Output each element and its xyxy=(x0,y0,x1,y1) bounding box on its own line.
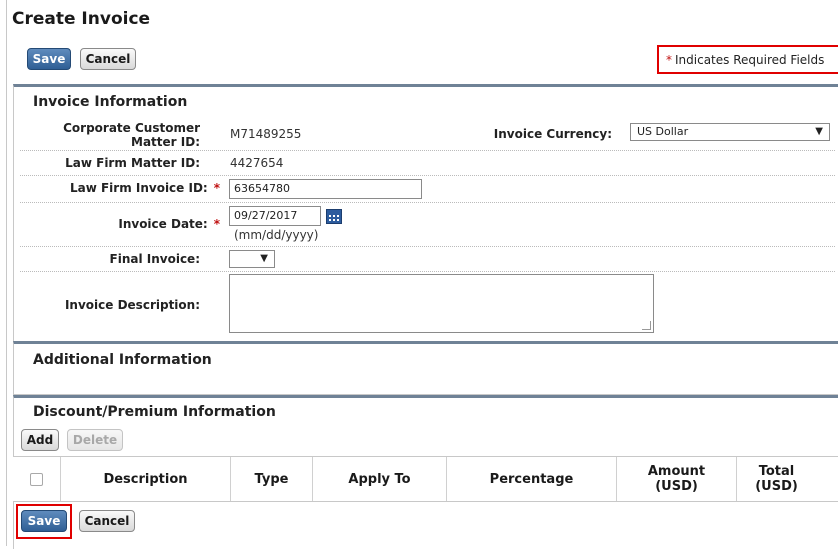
law-firm-invoice-input[interactable]: 63654780 xyxy=(229,179,422,199)
discount-premium-heading: Discount/Premium Information xyxy=(33,404,276,420)
column-description[interactable]: Description xyxy=(60,457,230,501)
save-button-bottom[interactable]: Save xyxy=(21,510,67,532)
divider xyxy=(20,175,835,176)
law-firm-invoice-label-text: Law Firm Invoice ID: xyxy=(69,181,208,195)
invoice-currency-label: Invoice Currency: xyxy=(493,127,612,141)
column-total[interactable]: Total (USD) xyxy=(736,457,816,501)
column-amount-line1: Amount xyxy=(647,464,706,479)
corporate-customer-label-line2: Matter ID: xyxy=(131,135,200,149)
column-amount-line2: (USD) xyxy=(655,479,698,494)
invoice-description-textarea[interactable] xyxy=(229,274,654,333)
corporate-customer-label: Corporate Customer Matter ID: xyxy=(40,121,200,149)
divider xyxy=(20,246,835,247)
law-firm-invoice-label: Law Firm Invoice ID: * xyxy=(40,181,220,195)
invoice-date-label: Invoice Date: * xyxy=(40,217,220,231)
save-button-top[interactable]: Save xyxy=(27,48,71,70)
invoice-date-label-text: Invoice Date: xyxy=(118,217,208,231)
divider xyxy=(20,150,835,151)
invoice-date-input[interactable]: 09/27/2017 xyxy=(229,206,321,226)
cancel-button-bottom[interactable]: Cancel xyxy=(79,510,135,532)
law-firm-matter-value: 4427654 xyxy=(230,156,284,170)
invoice-currency-select[interactable]: US Dollar ▼ xyxy=(630,123,830,141)
section-gap xyxy=(13,376,838,395)
column-type[interactable]: Type xyxy=(230,457,312,501)
required-fields-note: * Indicates Required Fields xyxy=(657,45,838,74)
required-star: * xyxy=(666,52,672,67)
column-apply-to[interactable]: Apply To xyxy=(312,457,446,501)
required-note-text: Indicates Required Fields xyxy=(675,52,825,67)
required-star: * xyxy=(213,181,220,195)
divider xyxy=(20,202,835,203)
divider xyxy=(20,271,835,272)
column-total-line1: Total xyxy=(758,464,795,479)
select-all-column xyxy=(13,457,60,501)
final-invoice-select[interactable]: ▼ xyxy=(229,250,275,268)
resize-grip-icon[interactable] xyxy=(642,321,651,330)
cancel-button-top[interactable]: Cancel xyxy=(80,48,136,70)
add-discount-button[interactable]: Add xyxy=(21,429,59,451)
invoice-information-heading: Invoice Information xyxy=(33,94,188,110)
invoice-date-format-hint: (mm/dd/yyyy) xyxy=(234,228,319,242)
invoice-currency-value: US Dollar xyxy=(637,125,689,138)
chevron-down-icon: ▼ xyxy=(260,253,268,264)
select-all-checkbox[interactable] xyxy=(30,472,43,486)
invoice-description-label: Invoice Description: xyxy=(64,298,200,312)
delete-discount-button[interactable]: Delete xyxy=(67,429,123,451)
calendar-icon[interactable] xyxy=(326,209,342,224)
column-percentage[interactable]: Percentage xyxy=(446,457,616,501)
corporate-customer-value: M71489255 xyxy=(230,127,302,141)
required-star: * xyxy=(213,217,220,231)
column-amount[interactable]: Amount (USD) xyxy=(616,457,736,501)
page-title: Create Invoice xyxy=(12,9,151,29)
law-firm-matter-label: Law Firm Matter ID: xyxy=(65,156,200,170)
chevron-down-icon: ▼ xyxy=(815,126,823,137)
additional-information-panel: Additional Information xyxy=(13,341,838,379)
column-total-line2: (USD) xyxy=(755,479,798,494)
final-invoice-label: Final Invoice: xyxy=(109,252,200,266)
additional-information-heading: Additional Information xyxy=(33,352,212,368)
discount-table-header: Description Type Apply To Percentage Amo… xyxy=(13,456,838,502)
corporate-customer-label-line1: Corporate Customer xyxy=(63,121,200,135)
